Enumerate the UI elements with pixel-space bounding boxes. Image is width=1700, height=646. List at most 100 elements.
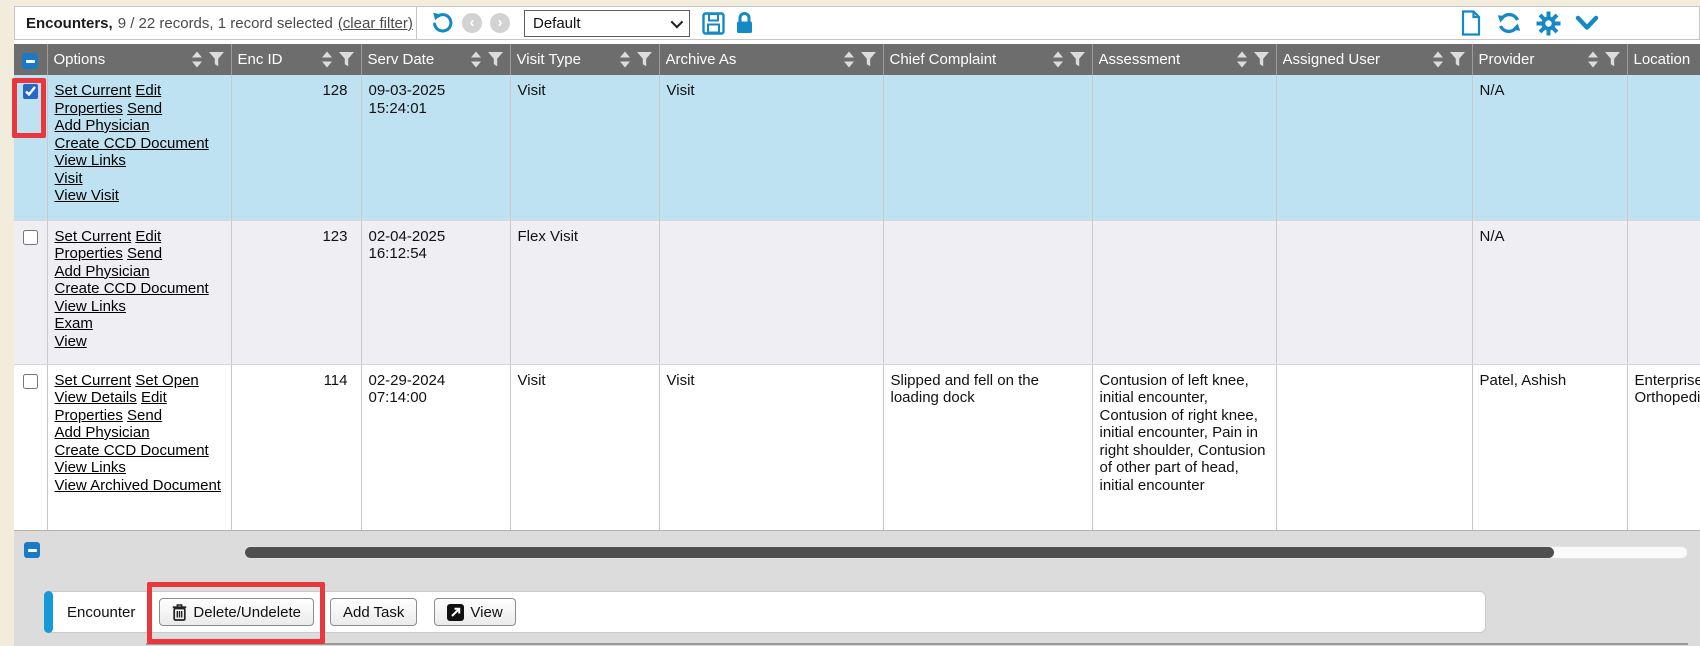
column-header-options[interactable]: Options (47, 44, 231, 75)
save-view-icon[interactable] (702, 12, 725, 35)
tab-encounter[interactable]: Encounter (67, 604, 135, 621)
sort-icon[interactable] (321, 51, 333, 68)
column-label: Assigned User (1283, 51, 1427, 68)
option-link-edit[interactable]: Edit (135, 82, 161, 99)
sort-icon[interactable] (191, 51, 203, 68)
filter-icon[interactable] (1449, 51, 1466, 68)
option-link-add-physician[interactable]: Add Physician (55, 117, 150, 134)
encounter-action-panel: Encounter Delete/Undelete Add Task (45, 591, 1486, 633)
option-link-view-visit[interactable]: View Visit (55, 187, 119, 204)
options-line: View Details Edit (55, 389, 224, 407)
option-link-properties[interactable]: Properties (55, 245, 123, 262)
column-header-assessment[interactable]: Assessment (1092, 44, 1276, 75)
filter-icon[interactable] (208, 51, 225, 68)
sort-icon[interactable] (1587, 51, 1599, 68)
option-link-exam[interactable]: Exam (55, 315, 93, 332)
horizontal-scrollbar-thumb[interactable] (245, 547, 1554, 558)
column-header-enc_id[interactable]: Enc ID (231, 44, 361, 75)
column-label: Serv Date (368, 51, 465, 68)
row-checkbox[interactable] (23, 374, 38, 389)
option-link-send[interactable]: Send (127, 407, 162, 424)
filter-icon[interactable] (1069, 51, 1086, 68)
option-link-add-physician[interactable]: Add Physician (55, 263, 150, 280)
sort-icon[interactable] (1236, 51, 1248, 68)
column-header-archive_as[interactable]: Archive As (659, 44, 883, 75)
option-link-add-physician[interactable]: Add Physician (55, 424, 150, 441)
row-checkbox[interactable] (23, 84, 38, 99)
option-link-create-ccd-document[interactable]: Create CCD Document (55, 135, 209, 152)
option-link-set-open[interactable]: Set Open (135, 372, 198, 389)
new-document-icon[interactable] (1460, 10, 1482, 36)
column-header-serv_date[interactable]: Serv Date (361, 44, 510, 75)
column-header-location[interactable]: Location (1627, 44, 1700, 75)
option-link-set-current[interactable]: Set Current (55, 372, 132, 389)
next-record-icon[interactable]: › (490, 13, 510, 33)
option-link-visit[interactable]: Visit (55, 170, 83, 187)
horizontal-scrollbar-track[interactable] (244, 546, 1688, 559)
option-link-set-current[interactable]: Set Current (55, 82, 132, 99)
options-line: Create CCD Document (55, 442, 224, 460)
sort-icon[interactable] (1432, 51, 1444, 68)
filter-icon[interactable] (338, 51, 355, 68)
options-line: View Visit (55, 187, 224, 205)
header-cell-content: Location (1634, 51, 1700, 68)
column-header-provider[interactable]: Provider (1472, 44, 1627, 75)
cell-enc_id: 123 (231, 220, 361, 364)
option-link-view-archived-document[interactable]: View Archived Document (55, 477, 221, 494)
column-header-visit_type[interactable]: Visit Type (510, 44, 659, 75)
filter-icon[interactable] (860, 51, 877, 68)
options-line: Set Current Edit (55, 228, 224, 246)
delete-undelete-button[interactable]: Delete/Undelete (159, 598, 314, 626)
undo-icon[interactable] (430, 11, 454, 35)
option-link-view-links[interactable]: View Links (55, 152, 126, 169)
minus-glyph (26, 60, 35, 63)
prev-record-icon[interactable]: ‹ (462, 13, 482, 33)
header-cell-content: Assessment (1099, 51, 1270, 68)
option-link-send[interactable]: Send (127, 100, 162, 117)
clear-filter-link[interactable]: (clear filter) (338, 15, 413, 32)
column-header-assigned_user[interactable]: Assigned User (1276, 44, 1472, 75)
toolbar-divider (416, 6, 417, 40)
refresh-icon[interactable] (1496, 11, 1522, 35)
add-task-button[interactable]: Add Task (330, 598, 417, 626)
filter-icon[interactable] (1604, 51, 1621, 68)
view-preset-select[interactable]: Default (524, 10, 690, 37)
select-all-minus-button[interactable] (22, 53, 38, 69)
option-link-edit[interactable]: Edit (141, 389, 167, 406)
option-link-view[interactable]: View (55, 333, 87, 350)
column-label: Visit Type (517, 51, 614, 68)
view-button[interactable]: View (434, 598, 515, 626)
options-line: Create CCD Document (55, 280, 224, 298)
bottom-divider-line (146, 643, 1688, 645)
sort-icon[interactable] (619, 51, 631, 68)
option-link-view-links[interactable]: View Links (55, 298, 126, 315)
sort-icon[interactable] (470, 51, 482, 68)
column-header-chief_complaint[interactable]: Chief Complaint (883, 44, 1092, 75)
option-link-view-details[interactable]: View Details (55, 389, 137, 406)
option-link-properties[interactable]: Properties (55, 100, 123, 117)
column-header-select[interactable] (14, 44, 47, 75)
filter-icon[interactable] (636, 51, 653, 68)
sort-icon[interactable] (1052, 51, 1064, 68)
option-link-set-current[interactable]: Set Current (55, 228, 132, 245)
column-label: Location (1634, 51, 1700, 68)
table-header-row: Options Enc ID Serv Date Visit Type Archive … (14, 44, 1700, 75)
filter-icon[interactable] (1253, 51, 1270, 68)
option-link-properties[interactable]: Properties (55, 407, 123, 424)
collapse-panel-button[interactable] (24, 542, 40, 558)
cell-assessment (1092, 220, 1276, 364)
chevron-down-icon[interactable] (1575, 15, 1599, 31)
option-link-edit[interactable]: Edit (135, 228, 161, 245)
filter-icon[interactable] (487, 51, 504, 68)
option-link-create-ccd-document[interactable]: Create CCD Document (55, 442, 209, 459)
sort-icon[interactable] (843, 51, 855, 68)
row-checkbox[interactable] (23, 230, 38, 245)
option-link-view-links[interactable]: View Links (55, 459, 126, 476)
cell-select (14, 364, 47, 531)
lock-view-icon[interactable] (734, 11, 755, 35)
column-label: Enc ID (238, 51, 316, 68)
option-link-send[interactable]: Send (127, 245, 162, 262)
option-link-create-ccd-document[interactable]: Create CCD Document (55, 280, 209, 297)
cell-assigned_user (1276, 364, 1472, 531)
settings-gear-icon[interactable] (1536, 11, 1561, 36)
